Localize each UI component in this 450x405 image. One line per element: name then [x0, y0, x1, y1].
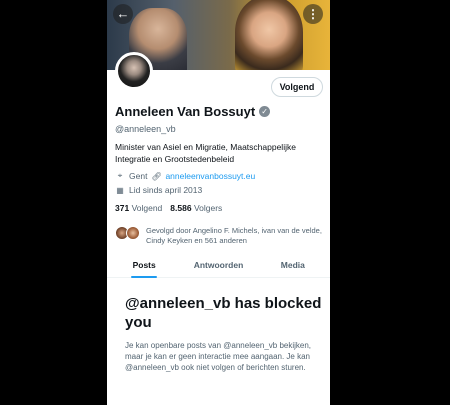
profile-name-row: Anneleen Van Bossuyt ✓ — [115, 104, 271, 119]
profile-tabs: Posts Antwoorden Media — [107, 254, 330, 278]
followed-by-text: Gevolgd door Angelino F. Michels, ivan v… — [146, 226, 322, 245]
followed-by[interactable]: Gevolgd door Angelino F. Michels, ivan v… — [115, 226, 328, 246]
profile-screen: ← ⋮ Volgend Anneleen Van Bossuyt ✓ @anne… — [107, 0, 330, 405]
tab-posts[interactable]: Posts — [107, 254, 181, 277]
profile-bio: Minister van Asiel en Migratie, Maatscha… — [115, 142, 296, 164]
blocked-notice: @anneleen_vb has blocked you Je kan open… — [125, 294, 325, 373]
profile-avatar[interactable] — [115, 52, 153, 90]
following-button[interactable]: Volgend — [271, 77, 323, 97]
follower-avatars — [115, 226, 141, 240]
profile-stats: 371 Volgend 8.586 Volgers — [115, 203, 222, 213]
following-label: Volgend — [131, 203, 163, 213]
link-icon: 🔗︎ — [151, 171, 162, 181]
profile-joined: Lid sinds april 2013 — [129, 185, 203, 195]
followers-count: 8.586 — [170, 203, 192, 213]
tab-media[interactable]: Media — [256, 254, 330, 277]
more-options-button[interactable]: ⋮ — [303, 4, 323, 24]
profile-location: Gent — [129, 171, 148, 181]
blocked-title: @anneleen_vb has blocked you — [125, 295, 322, 331]
banner-person-right — [235, 0, 303, 70]
verified-badge-icon[interactable]: ✓ — [259, 106, 271, 117]
profile-website-link[interactable]: anneleenvanbossuyt.eu — [165, 171, 255, 181]
following-count: 371 — [115, 203, 130, 213]
location-pin-icon: ⌖ — [117, 171, 123, 180]
arrow-left-icon: ← — [116, 6, 130, 21]
tab-antwoorden[interactable]: Antwoorden — [181, 254, 255, 277]
profile-meta-location-website: ⌖ Gent 🔗︎ anneleenvanbossuyt.eu — [115, 171, 256, 181]
followers-label: Volgers — [193, 203, 223, 213]
followers-stat[interactable]: 8.586 Volgers — [170, 203, 222, 213]
profile-meta-joined: ▦ Lid sinds april 2013 — [115, 185, 202, 195]
profile-handle: @anneleen_vb — [115, 124, 176, 134]
following-stat[interactable]: 371 Volgend — [115, 203, 162, 213]
profile-name: Anneleen Van Bossuyt — [115, 104, 256, 119]
back-button[interactable]: ← — [113, 4, 133, 24]
calendar-icon: ▦ — [116, 185, 124, 195]
follower-avatar — [126, 226, 140, 240]
more-vertical-icon: ⋮ — [307, 7, 319, 21]
blocked-body: Je kan openbare posts van @anneleen_vb b… — [125, 341, 312, 372]
